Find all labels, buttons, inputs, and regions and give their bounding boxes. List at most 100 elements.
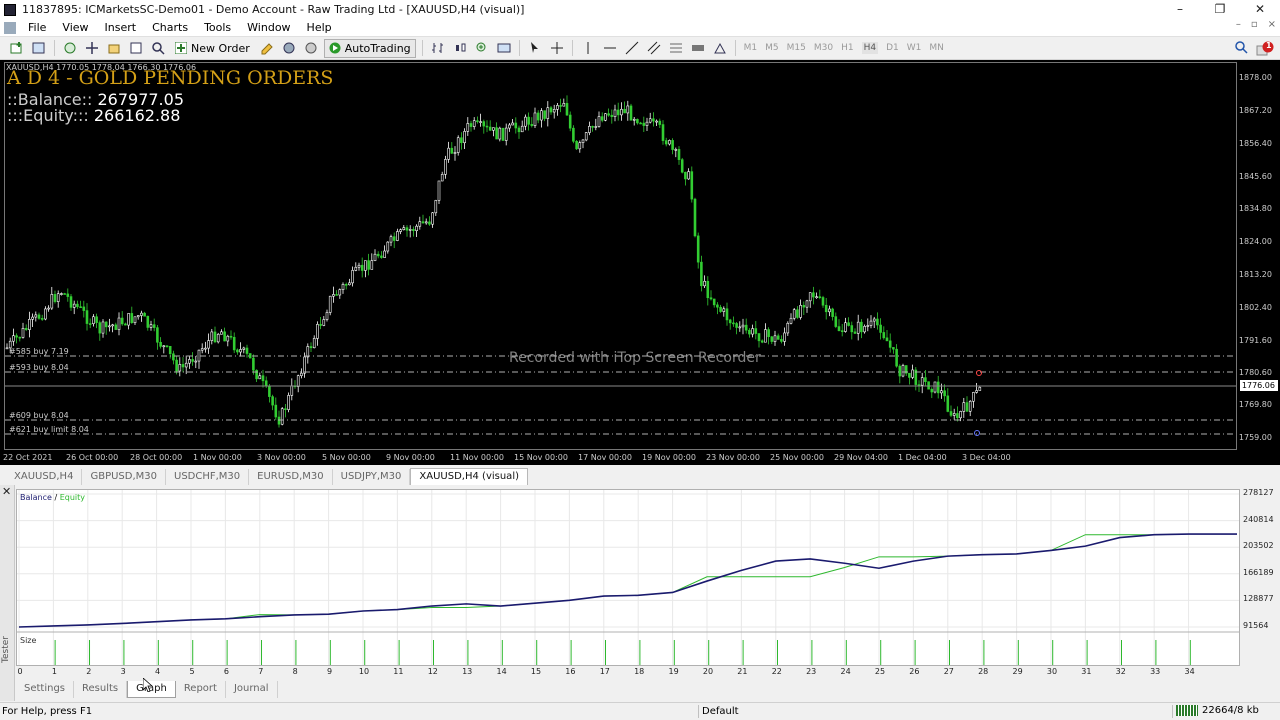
autotrading-button[interactable]: AutoTrading: [323, 38, 416, 58]
horizontal-line-icon[interactable]: [602, 40, 618, 56]
chart-tab[interactable]: USDCHF,M30: [166, 469, 250, 485]
new-chart-icon[interactable]: [9, 40, 25, 56]
strategy-tester-panel: ✕ Tester Balance / Equity Size 278127 240…: [0, 485, 1280, 701]
data-window-icon[interactable]: [84, 40, 100, 56]
price-tick: 1791.60: [1238, 336, 1272, 345]
current-price-label: 1776.06: [1240, 380, 1278, 391]
price-tick: 1759.00: [1238, 433, 1272, 442]
mdi-close-button[interactable]: ×: [1268, 19, 1276, 30]
x-tick-label: 9: [327, 667, 333, 676]
close-button[interactable]: ✕: [1240, 0, 1280, 19]
x-tick-label: 33: [1150, 667, 1161, 676]
menu-tools[interactable]: Tools: [196, 21, 239, 34]
tab-results[interactable]: Results: [74, 681, 128, 698]
series-equity: [18, 533, 1237, 628]
timeframe-m1[interactable]: M1: [744, 43, 758, 53]
timeframe-w1[interactable]: W1: [907, 43, 922, 53]
cursor-icon[interactable]: [527, 40, 543, 56]
window-controls: – ❐ ✕: [1160, 0, 1280, 19]
connection-status[interactable]: 22664/8 kb: [1176, 705, 1259, 716]
mdi-controls: – ▫ ×: [1236, 19, 1276, 30]
notification-icon[interactable]: 1: [1256, 41, 1274, 57]
document-icon[interactable]: [4, 21, 16, 34]
mdi-minimize-button[interactable]: –: [1236, 19, 1241, 30]
profiles-icon[interactable]: [31, 40, 47, 56]
channel-icon[interactable]: [646, 40, 662, 56]
new-order-label: New Order: [191, 41, 250, 55]
status-divider: [1172, 705, 1173, 718]
y-tick-label: 91564: [1243, 621, 1269, 630]
trendline-icon[interactable]: [624, 40, 640, 56]
x-tick-label: 19: [668, 667, 679, 676]
x-tick-label: 12: [427, 667, 438, 676]
timeframe-d1[interactable]: D1: [886, 43, 899, 53]
x-tick-label: 28: [978, 667, 989, 676]
tab-settings[interactable]: Settings: [16, 681, 75, 698]
price-tick: 1802.40: [1238, 303, 1272, 312]
size-label: Size: [20, 636, 37, 645]
close-icon[interactable]: ✕: [2, 485, 11, 498]
toolbar-separator: [421, 40, 423, 56]
date-tick: 1 Nov 00:00: [193, 453, 242, 462]
chart-tab[interactable]: USDJPY,M30: [333, 469, 411, 485]
date-tick: 29 Nov 04:00: [834, 453, 888, 462]
strategy-tester-icon[interactable]: [150, 40, 166, 56]
menu-view[interactable]: View: [54, 21, 96, 34]
templates-icon[interactable]: [496, 40, 512, 56]
x-tick-label: 1: [51, 667, 57, 676]
tab-report[interactable]: Report: [176, 681, 226, 698]
chart-tab[interactable]: XAUUSD,H4: [6, 469, 83, 485]
zoom-in-icon[interactable]: [474, 40, 490, 56]
chart-tab[interactable]: EURUSD,M30: [249, 469, 333, 485]
mdi-restore-button[interactable]: ▫: [1251, 19, 1258, 30]
date-tick: 28 Oct 00:00: [130, 453, 183, 462]
timeframe-m15[interactable]: M15: [787, 43, 806, 53]
timeframe-m30[interactable]: M30: [814, 43, 833, 53]
price-chart[interactable]: XAUUSD,H4 1770.05 1778.04 1766.30 1776.0…: [0, 60, 1280, 465]
fibonacci-icon[interactable]: [668, 40, 684, 56]
text-label-icon[interactable]: [690, 40, 706, 56]
bar-chart-icon[interactable]: [430, 40, 446, 56]
menu-charts[interactable]: Charts: [144, 21, 196, 34]
minimize-button[interactable]: –: [1160, 0, 1200, 19]
terminal-icon[interactable]: [128, 40, 144, 56]
candlestick-icon[interactable]: [452, 40, 468, 56]
traffic-value: 22664/8 kb: [1202, 705, 1259, 716]
timeframe-h4[interactable]: H4: [861, 42, 879, 54]
shapes-icon[interactable]: [712, 40, 728, 56]
window-title: 11837895: ICMarketsSC-Demo01 - Demo Acco…: [22, 3, 525, 16]
toolbar-separator: [54, 40, 55, 56]
menu-help[interactable]: Help: [299, 21, 340, 34]
price-tick: 1780.60: [1238, 368, 1272, 377]
chart-tab[interactable]: GBPUSD,M30: [82, 469, 166, 485]
navigator-icon[interactable]: [106, 40, 122, 56]
vertical-line-icon[interactable]: [580, 40, 596, 56]
market-watch-icon[interactable]: [62, 40, 78, 56]
menu-file[interactable]: File: [20, 21, 54, 34]
app-icon: [4, 3, 16, 16]
crosshair-icon[interactable]: [549, 40, 565, 56]
tab-journal[interactable]: Journal: [226, 681, 278, 698]
timeframe-m5[interactable]: M5: [765, 43, 779, 53]
timeframe-h1[interactable]: H1: [841, 43, 854, 53]
x-tick-label: 14: [496, 667, 507, 676]
y-tick-label: 166189: [1243, 567, 1274, 577]
search-icon[interactable]: [1234, 40, 1248, 57]
equity-value: 266162.88: [93, 106, 181, 125]
menu-window[interactable]: Window: [239, 21, 298, 34]
order-label: #609 buy 8.04: [9, 411, 69, 420]
market-icon[interactable]: [303, 40, 319, 56]
signals-icon[interactable]: [281, 40, 297, 56]
ea-title: A D 4 - GOLD PENDING ORDERS: [7, 67, 334, 89]
menu-insert[interactable]: Insert: [97, 21, 145, 34]
metaeditor-icon[interactable]: [259, 40, 275, 56]
balance-equity-graph: Balance / Equity Size: [16, 489, 1240, 666]
x-tick-label: 10: [358, 667, 370, 676]
new-order-button[interactable]: New Order: [171, 39, 254, 58]
x-tick-label: 26: [909, 667, 920, 676]
toolbar-right: 1: [1234, 40, 1274, 57]
chart-tab-active[interactable]: XAUUSD,H4 (visual): [410, 468, 528, 485]
mouse-cursor-icon: [143, 678, 153, 692]
timeframe-mn[interactable]: MN: [929, 43, 944, 53]
restore-button[interactable]: ❐: [1200, 0, 1240, 19]
